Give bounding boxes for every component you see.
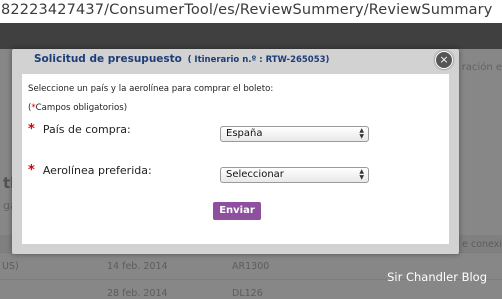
airline-label-text: Aerolínea preferida: bbox=[42, 164, 152, 177]
close-icon: × bbox=[439, 53, 449, 66]
dialog-itinerary-number: ( Itinerario n.º : RTW-265053) bbox=[187, 55, 330, 65]
close-button[interactable]: × bbox=[435, 51, 453, 69]
select-arrows-icon: ▲ ▼ bbox=[359, 127, 364, 140]
country-select[interactable]: España ▲ ▼ bbox=[220, 126, 369, 142]
required-marker: * bbox=[28, 122, 35, 137]
browser-address-bar[interactable]: 82223427437/ConsumerTool/es/ReviewSummer… bbox=[0, 0, 502, 23]
country-select-value: España bbox=[226, 128, 263, 139]
dialog-title: Solicitud de presupuesto ( Itinerario n.… bbox=[34, 53, 329, 65]
submit-button[interactable]: Enviar bbox=[213, 202, 261, 220]
country-field-label: * País de compra: bbox=[28, 122, 131, 137]
budget-request-dialog: Solicitud de presupuesto ( Itinerario n.… bbox=[12, 49, 459, 254]
select-arrows-icon: ▲ ▼ bbox=[359, 168, 364, 181]
required-marker: * bbox=[28, 163, 35, 178]
country-label-text: País de compra: bbox=[42, 123, 131, 136]
airline-select[interactable]: Seleccionar ▲ ▼ bbox=[220, 167, 369, 183]
instruction-text: Seleccione un país y la aerolínea para c… bbox=[28, 84, 274, 94]
url-text[interactable]: 82223427437/ConsumerTool/es/ReviewSummer… bbox=[1, 0, 493, 21]
page-background: ración e th ga e conexi US) 14 feb. 2014… bbox=[0, 23, 502, 299]
dialog-header: Solicitud de presupuesto ( Itinerario n.… bbox=[12, 49, 459, 69]
dialog-title-text: Solicitud de presupuesto bbox=[34, 53, 182, 65]
airline-select-value: Seleccionar bbox=[226, 169, 284, 180]
required-fields-note: (*Campos obligatorios) bbox=[28, 103, 127, 113]
airline-field-label: * Aerolínea preferida: bbox=[28, 163, 152, 178]
required-note-text: Campos obligatorios) bbox=[35, 103, 128, 113]
watermark-text: Sir Chandler Blog bbox=[387, 270, 487, 284]
dialog-body: Seleccione un país y la aerolínea para c… bbox=[22, 74, 449, 244]
